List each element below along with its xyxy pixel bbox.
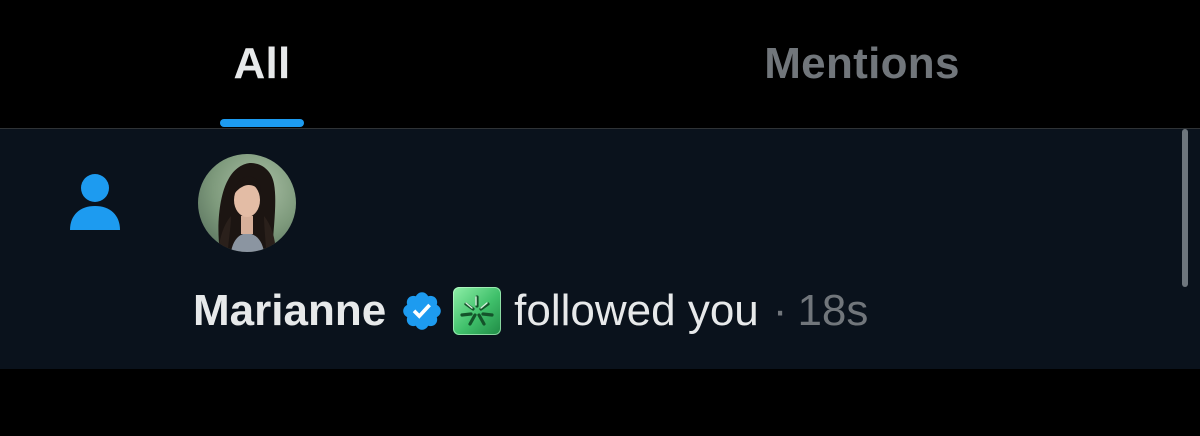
notification-text: Marianne followed you · 18s	[193, 284, 868, 338]
tab-mentions[interactable]: Mentions	[660, 0, 1064, 128]
tab-mentions-label: Mentions	[764, 39, 960, 88]
affiliate-badge-icon[interactable]	[452, 286, 502, 336]
notification-time: 18s	[797, 286, 869, 335]
notification-item[interactable]: Marianne followed you · 18s	[0, 129, 1200, 369]
scrollbar[interactable]	[1182, 129, 1188, 287]
notifications-screen: All Mentions Marianne followed you · 18s	[0, 0, 1200, 436]
notification-tabs: All Mentions	[0, 0, 1200, 129]
user-avatar[interactable]	[198, 154, 296, 252]
active-tab-indicator	[220, 119, 304, 127]
tab-all-label: All	[233, 39, 291, 88]
tab-all[interactable]: All	[160, 0, 364, 128]
user-name[interactable]: Marianne	[193, 284, 386, 338]
verified-badge-icon	[403, 292, 441, 330]
separator-dot: ·	[772, 286, 788, 335]
person-icon	[70, 174, 120, 230]
notification-action: followed you	[514, 286, 759, 335]
